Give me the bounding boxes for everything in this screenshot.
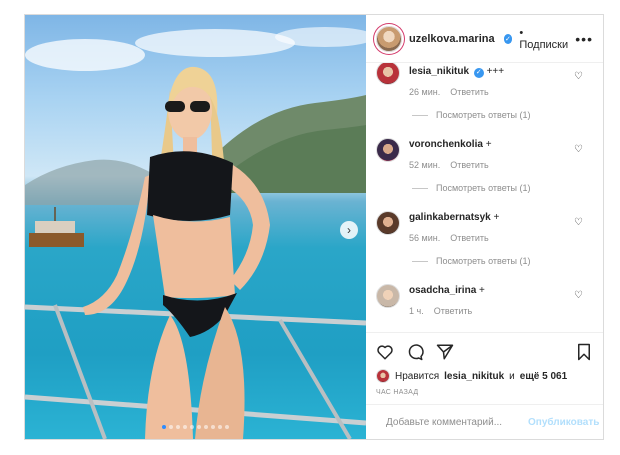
add-comment-input[interactable] xyxy=(384,415,520,429)
likes-others-count[interactable]: ещё 5 061 xyxy=(520,371,567,382)
comment-username[interactable]: galinkabernatsyk xyxy=(409,212,491,223)
post-photo[interactable]: › xyxy=(25,15,366,439)
chevron-right-icon: › xyxy=(347,223,351,237)
comment-meta: 26 мин. Ответить xyxy=(409,86,593,99)
replies-line xyxy=(412,114,428,116)
comment-like-heart-icon[interactable]: ♡ xyxy=(574,290,583,301)
replies-line xyxy=(412,187,428,189)
instagram-post: › uzelkova.marina ✓ • Подписки ••• lesia… xyxy=(24,14,604,440)
carousel-dot xyxy=(197,425,201,429)
view-replies-label: Посмотреть ответы (1) xyxy=(436,183,531,193)
comment-text: + xyxy=(485,139,492,150)
post-side-panel: uzelkova.marina ✓ • Подписки ••• lesia_n… xyxy=(366,15,603,439)
comment-username[interactable]: osadcha_irina xyxy=(409,285,476,296)
comment-text: + xyxy=(493,212,500,223)
heart-icon[interactable] xyxy=(376,343,394,361)
likes-prefix: Нравится xyxy=(395,370,440,382)
commenter-avatar[interactable] xyxy=(376,63,400,85)
reply-button[interactable]: Ответить xyxy=(450,159,488,172)
author-avatar[interactable] xyxy=(376,25,402,52)
commenter-avatar[interactable] xyxy=(376,284,400,308)
comment-bubble-icon[interactable] xyxy=(406,343,424,361)
comment-time[interactable]: 26 мин. xyxy=(409,86,440,99)
comment-like-heart-icon[interactable]: ♡ xyxy=(574,217,583,228)
post-header: uzelkova.marina ✓ • Подписки ••• xyxy=(366,15,603,63)
carousel-dots xyxy=(25,425,366,429)
carousel-dot xyxy=(169,425,173,429)
commenter-avatar[interactable] xyxy=(376,138,400,162)
posted-time[interactable]: ЧАС НАЗАД xyxy=(376,389,593,396)
carousel-dot xyxy=(204,425,208,429)
comment-time[interactable]: 56 мин. xyxy=(409,232,440,245)
comment-item: osadcha_irina + 1 ч. Ответить ♡ xyxy=(376,284,593,318)
comment-item: galinkabernatsyk + 56 мин. Ответить ♡ xyxy=(376,211,593,245)
reply-button[interactable]: Ответить xyxy=(450,86,488,99)
carousel-dot xyxy=(190,425,194,429)
comment-body: voronchenkolia + 52 мин. Ответить xyxy=(409,138,593,172)
comment-text: +++ xyxy=(486,66,505,77)
carousel-dot xyxy=(211,425,215,429)
comment-body: galinkabernatsyk + 56 мин. Ответить xyxy=(409,211,593,245)
comments-list[interactable]: lesia_nikituk ✓ +++ 26 мин. Ответить ♡ П… xyxy=(366,63,603,332)
comment-body: osadcha_irina + 1 ч. Ответить xyxy=(409,284,593,318)
likes-summary: Нравится lesia_nikituk и ещё 5 061 xyxy=(376,369,593,383)
comment-like-heart-icon[interactable]: ♡ xyxy=(574,71,583,82)
carousel-dot xyxy=(162,425,166,429)
comment-meta: 56 мин. Ответить xyxy=(409,232,593,245)
carousel-next-button[interactable]: › xyxy=(340,221,358,239)
paper-plane-icon[interactable] xyxy=(436,343,454,361)
commenter-avatar[interactable] xyxy=(376,211,400,235)
bookmark-icon[interactable] xyxy=(575,343,593,361)
comment-username[interactable]: voronchenkolia xyxy=(409,139,483,150)
liker-avatar[interactable] xyxy=(376,369,390,383)
comment-item: voronchenkolia + 52 мин. Ответить ♡ xyxy=(376,138,593,172)
follow-status[interactable]: • Подписки xyxy=(519,27,568,51)
comment-time[interactable]: 52 мин. xyxy=(409,159,440,172)
view-replies-button[interactable]: Посмотреть ответы (1) xyxy=(412,183,593,193)
view-replies-label: Посмотреть ответы (1) xyxy=(436,110,531,120)
comment-username[interactable]: lesia_nikituk xyxy=(409,66,469,77)
author-username[interactable]: uzelkova.marina xyxy=(409,33,495,45)
carousel-dot xyxy=(176,425,180,429)
carousel-dot xyxy=(183,425,187,429)
publish-button[interactable]: Опубликовать xyxy=(528,417,599,428)
view-replies-button[interactable]: Посмотреть ответы (1) xyxy=(412,256,593,266)
view-replies-label: Посмотреть ответы (1) xyxy=(436,256,531,266)
photo-scene xyxy=(25,27,366,439)
add-comment-bar: Опубликовать xyxy=(366,404,603,439)
comment-meta: 1 ч. Ответить xyxy=(409,305,593,318)
comment-meta: 52 мин. Ответить xyxy=(409,159,593,172)
carousel-dot xyxy=(218,425,222,429)
replies-line xyxy=(412,260,428,262)
reply-button[interactable]: Ответить xyxy=(450,232,488,245)
comment-body: lesia_nikituk ✓ +++ 26 мин. Ответить xyxy=(409,65,593,99)
carousel-dot xyxy=(225,425,229,429)
comment-item: lesia_nikituk ✓ +++ 26 мин. Ответить ♡ xyxy=(376,63,593,99)
verified-badge-icon: ✓ xyxy=(473,67,484,78)
comment-time[interactable]: 1 ч. xyxy=(409,305,424,318)
reply-button[interactable]: Ответить xyxy=(434,305,472,318)
comment-like-heart-icon[interactable]: ♡ xyxy=(574,144,583,155)
likes-middle: и xyxy=(509,370,515,382)
post-actions: Нравится lesia_nikituk и ещё 5 061 ЧАС Н… xyxy=(366,332,603,396)
verified-badge-icon: ✓ xyxy=(503,33,513,44)
comment-text: + xyxy=(479,285,485,296)
liker-username[interactable]: lesia_nikituk xyxy=(444,371,504,382)
more-options-icon[interactable]: ••• xyxy=(575,31,593,47)
view-replies-button[interactable]: Посмотреть ответы (1) xyxy=(412,110,593,120)
action-icons-row xyxy=(376,341,593,363)
